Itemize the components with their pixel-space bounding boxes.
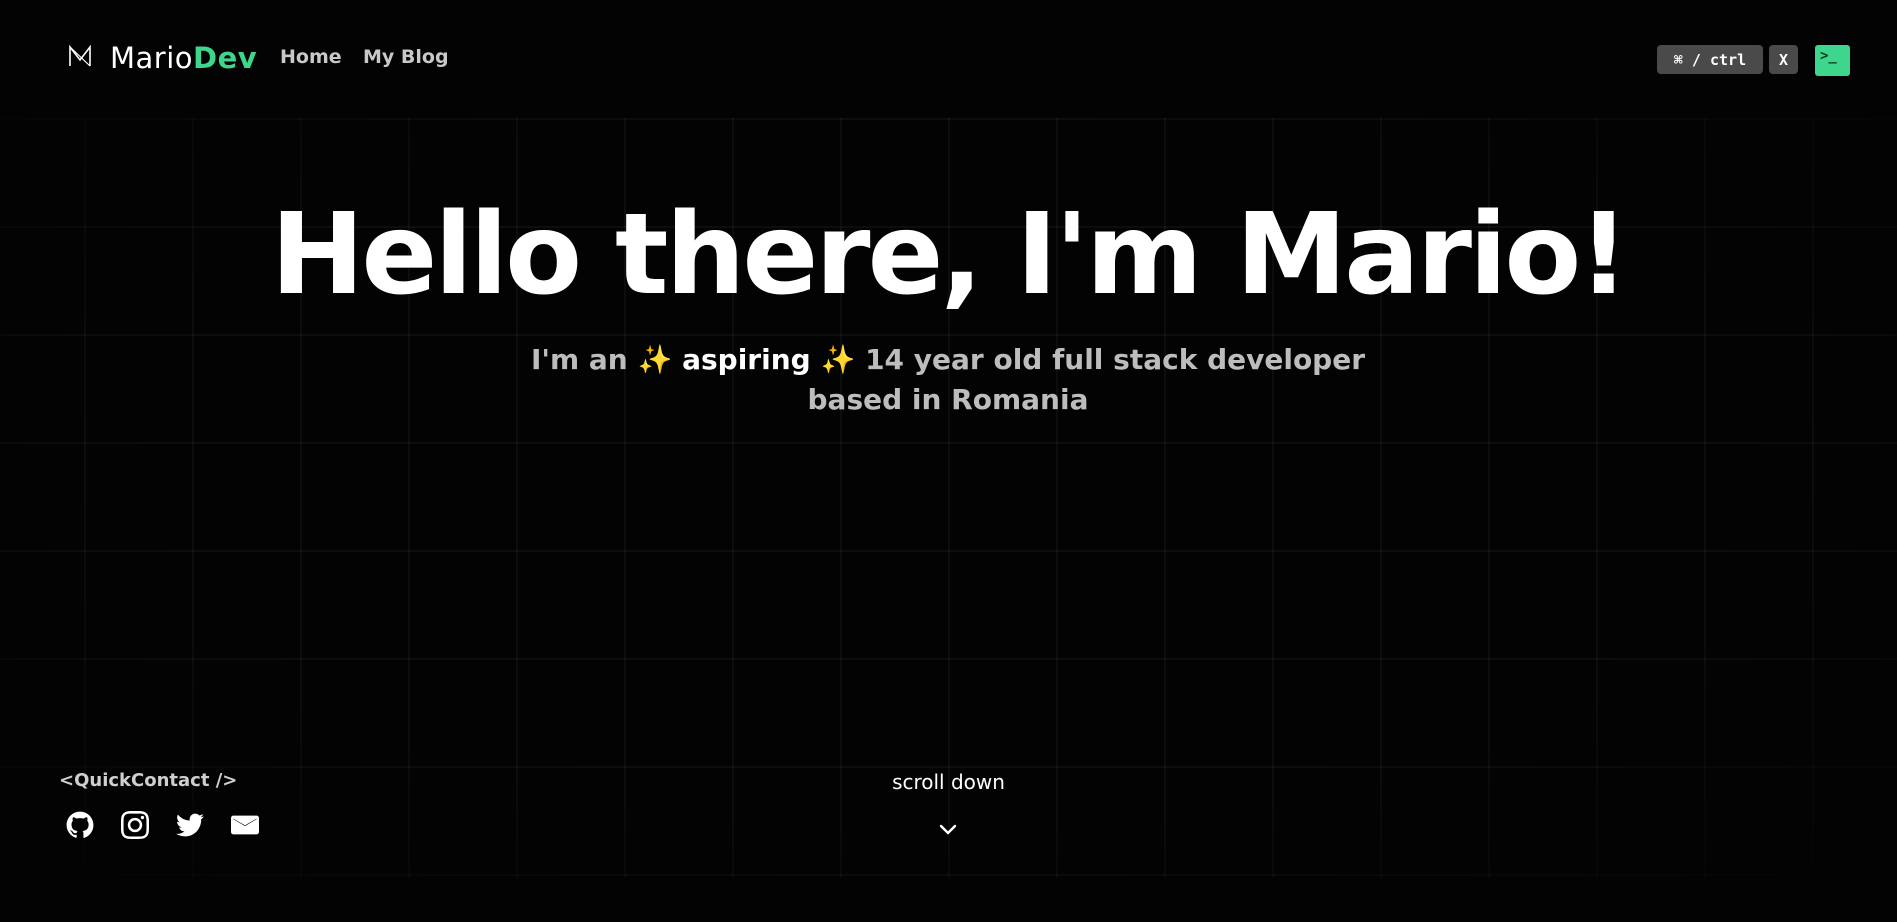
instagram-icon <box>121 811 149 839</box>
twitter-link[interactable] <box>175 810 205 840</box>
logo-icon <box>69 44 91 67</box>
twitter-icon <box>176 813 204 837</box>
terminal-icon: >_ <box>1820 48 1837 64</box>
sparkle-icon: ✨ <box>820 343 856 376</box>
brand-accent: Dev <box>193 41 258 75</box>
mail-icon <box>231 815 259 835</box>
subtitle-prefix: I'm an <box>530 343 628 376</box>
nav-blog-link[interactable]: My Blog <box>363 46 449 68</box>
logo-link[interactable] <box>68 44 92 68</box>
terminal-button[interactable]: >_ <box>1815 45 1850 76</box>
nav-home-link[interactable]: Home <box>280 46 342 68</box>
brand-name[interactable]: MarioDev <box>110 41 257 75</box>
command-shortcut-key[interactable]: ⌘ / ctrl <box>1657 45 1763 74</box>
hero-title: Hello there, I'm Mario! <box>270 190 1630 320</box>
scroll-down-label: scroll down <box>892 770 1005 794</box>
hero-subtitle: I'm an ✨ aspiring ✨ 14 year old full sta… <box>508 340 1388 420</box>
brand-main: Mario <box>110 41 194 75</box>
site-header: MarioDev Home My Blog ⌘ / ctrl X >_ <box>0 0 1897 118</box>
instagram-link[interactable] <box>120 810 150 840</box>
subtitle-highlight: aspiring <box>682 343 811 376</box>
github-icon <box>66 811 94 838</box>
email-link[interactable] <box>230 810 260 840</box>
chevron-down-icon[interactable] <box>936 817 960 841</box>
shortcut-key-x[interactable]: X <box>1769 45 1798 74</box>
subtitle-suffix: 14 year old full stack developer based i… <box>807 343 1366 416</box>
github-link[interactable] <box>65 810 95 840</box>
sparkle-icon: ✨ <box>637 343 673 376</box>
